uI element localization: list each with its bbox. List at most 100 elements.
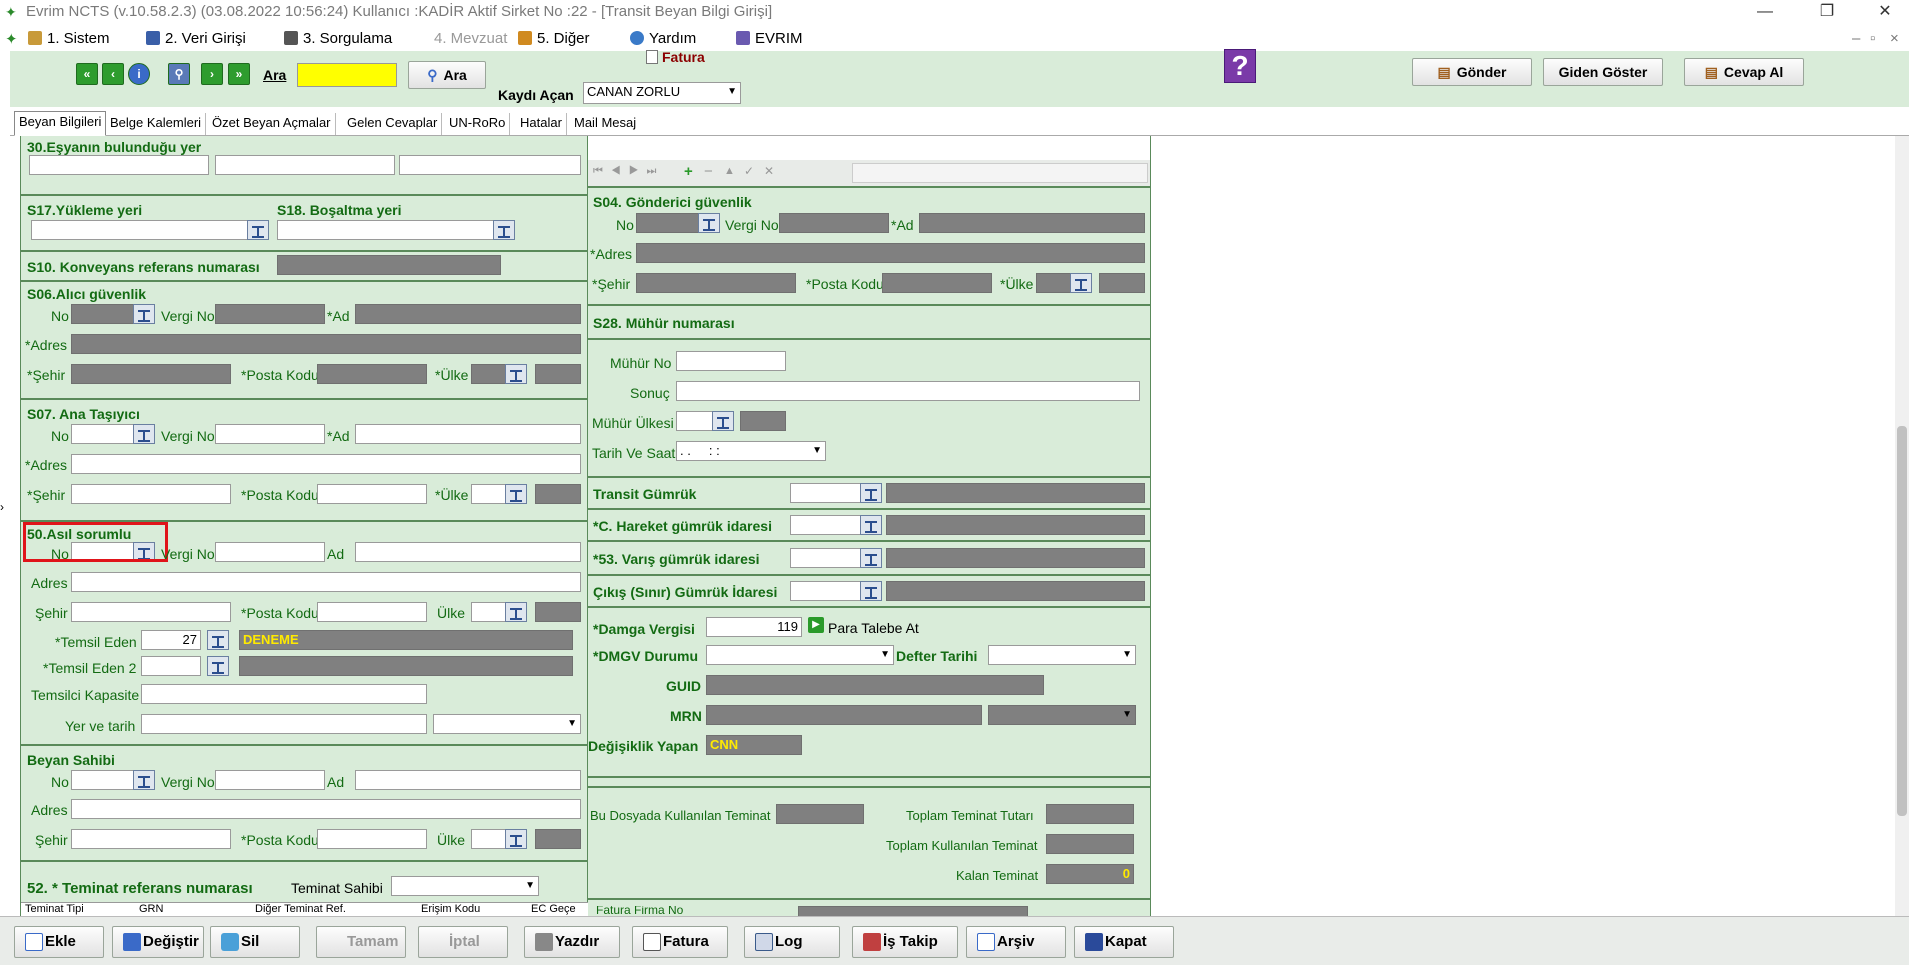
- s07-posta-input[interactable]: [317, 484, 427, 504]
- beyan-no-lookup-icon[interactable]: [133, 770, 155, 790]
- tab-un-roro[interactable]: UN-RoRo: [445, 113, 511, 135]
- cancel-icon[interactable]: ✕: [764, 164, 774, 178]
- arsiv-button[interactable]: Arşiv: [966, 926, 1066, 958]
- first-record-icon[interactable]: «: [76, 63, 98, 85]
- menu-sorgulama[interactable]: 3. Sorgulama: [284, 30, 392, 47]
- prev-record-icon[interactable]: ‹: [102, 63, 124, 85]
- sil-button[interactable]: Sil: [210, 926, 300, 958]
- location-field-3[interactable]: [399, 155, 581, 175]
- transit-lookup-icon[interactable]: [860, 483, 882, 503]
- fatura-link[interactable]: Fatura: [662, 49, 705, 65]
- muhur-ulkesi-lookup-icon[interactable]: [712, 411, 734, 431]
- menu-mevzuat[interactable]: 4. Mevzuat: [434, 30, 507, 47]
- menu-evrim[interactable]: EVRIM: [736, 30, 803, 47]
- s50-adres-input[interactable]: [71, 572, 581, 592]
- beyan-ulke-lookup-icon[interactable]: [505, 829, 527, 849]
- is-takip-button[interactable]: İş Takip: [852, 926, 958, 958]
- plus-icon[interactable]: +: [684, 163, 693, 180]
- minimize-icon[interactable]: —: [1742, 0, 1788, 26]
- side-collapse-icon[interactable]: ›: [0, 500, 4, 514]
- s07-ad-input[interactable]: [355, 424, 581, 444]
- tab-ozet-beyan[interactable]: Özet Beyan Açmalar: [208, 113, 336, 135]
- tab-hatalar[interactable]: Hatalar: [516, 113, 567, 135]
- transit-input[interactable]: [790, 483, 870, 503]
- s50-sehir-input[interactable]: [71, 602, 231, 622]
- varis-input[interactable]: [790, 548, 870, 568]
- yukleme-yeri-input[interactable]: [31, 220, 255, 240]
- ekle-button[interactable]: Ekle: [14, 926, 104, 958]
- s07-vergi-input[interactable]: [215, 424, 325, 444]
- beyan-vergi-input[interactable]: [215, 770, 325, 790]
- beyan-sehir-input[interactable]: [71, 829, 231, 849]
- varis-lookup-icon[interactable]: [860, 548, 882, 568]
- menu-veri-girisi[interactable]: 2. Veri Girişi: [146, 30, 246, 47]
- beyan-posta-input[interactable]: [317, 829, 427, 849]
- menu-yardim[interactable]: Yardım: [630, 30, 696, 47]
- s07-no-input[interactable]: [71, 424, 141, 444]
- minus-icon[interactable]: −: [704, 163, 713, 180]
- grid-col-erisim[interactable]: Erişim Kodu: [421, 903, 480, 915]
- s06-no-lookup-icon[interactable]: [133, 304, 155, 324]
- yer-tarih-select[interactable]: [433, 714, 581, 734]
- s50-ad-input[interactable]: [355, 542, 581, 562]
- mdi-min-icon[interactable]: –: [1852, 30, 1860, 47]
- s04-ulke-lookup-icon[interactable]: [1070, 273, 1092, 293]
- vertical-scrollbar[interactable]: [1895, 136, 1909, 916]
- s07-ulke-lookup-icon[interactable]: [505, 484, 527, 504]
- location-field-1[interactable]: [29, 155, 209, 175]
- hareket-input[interactable]: [790, 515, 870, 535]
- last-record-icon[interactable]: »: [228, 63, 250, 85]
- tab-mail-mesaj[interactable]: Mail Mesaj: [570, 113, 640, 135]
- location-field-2[interactable]: [215, 155, 395, 175]
- info-icon[interactable]: i: [128, 63, 150, 85]
- menu-sistem[interactable]: 1. Sistem: [28, 30, 110, 47]
- kaydi-acan-select[interactable]: CANAN ZORLU: [583, 82, 741, 104]
- beyan-adres-input[interactable]: [71, 799, 581, 819]
- sonuc-input[interactable]: [676, 381, 1140, 401]
- degistir-button[interactable]: Değiştir: [112, 926, 204, 958]
- next-record-icon[interactable]: ›: [201, 63, 223, 85]
- giden-goster-button[interactable]: Giden Göster: [1543, 58, 1663, 86]
- up-icon[interactable]: ▲: [724, 165, 735, 177]
- temsil-eden-lookup-icon[interactable]: [207, 630, 229, 650]
- muhur-ulkesi-input[interactable]: [676, 411, 716, 431]
- ara-button[interactable]: ⚲ Ara: [408, 61, 486, 89]
- temsilci-input[interactable]: [141, 684, 427, 704]
- cevap-al-button[interactable]: ▤ Cevap Al: [1684, 58, 1804, 86]
- nav-arrows-icon[interactable]: ⏮◀▶⏭: [593, 165, 664, 178]
- bosaltma-lookup-icon[interactable]: [493, 220, 515, 240]
- help-question-icon[interactable]: ?: [1224, 49, 1256, 83]
- muhur-no-input[interactable]: [676, 351, 786, 371]
- tamam-button[interactable]: Tamam: [316, 926, 406, 958]
- menu-diger[interactable]: 5. Diğer: [518, 30, 590, 47]
- s50-vergi-input[interactable]: [215, 542, 325, 562]
- fatura-button[interactable]: Fatura: [632, 926, 728, 958]
- dmgv-select[interactable]: [706, 645, 894, 665]
- damga-input[interactable]: 119: [706, 617, 802, 637]
- temsil-eden2-lookup-icon[interactable]: [207, 656, 229, 676]
- tab-gelen-cevaplar[interactable]: Gelen Cevaplar: [343, 113, 443, 135]
- log-button[interactable]: Log: [744, 926, 840, 958]
- defter-select[interactable]: [988, 645, 1136, 665]
- grid-col-diger[interactable]: Diğer Teminat Ref.: [255, 903, 346, 915]
- tab-belge-kalemleri[interactable]: Belge Kalemleri: [106, 113, 207, 135]
- cikis-lookup-icon[interactable]: [860, 581, 882, 601]
- scroll-thumb[interactable]: [1897, 426, 1907, 816]
- binoculars-icon[interactable]: ⚲: [168, 63, 190, 85]
- check-icon[interactable]: ✓: [744, 164, 754, 178]
- tarih-saat-picker[interactable]: . . : :: [676, 441, 826, 461]
- gonder-button[interactable]: ▤ Gönder: [1412, 58, 1532, 86]
- beyan-ad-input[interactable]: [355, 770, 581, 790]
- mdi-restore-icon[interactable]: ▫: [1870, 30, 1875, 47]
- mdi-close-icon[interactable]: ×: [1890, 30, 1899, 47]
- play-icon[interactable]: ▶: [808, 617, 824, 633]
- yazdir-button[interactable]: Yazdır: [524, 926, 620, 958]
- grid-col-ec[interactable]: EC Geçe: [531, 903, 576, 915]
- beyan-no-input[interactable]: [71, 770, 141, 790]
- s04-no-lookup-icon[interactable]: [698, 213, 720, 233]
- teminat-sahibi-select[interactable]: [391, 876, 539, 896]
- iptal-button[interactable]: İptal: [418, 926, 508, 958]
- search-input[interactable]: [297, 63, 397, 87]
- restore-icon[interactable]: ❐: [1804, 0, 1850, 26]
- s50-posta-input[interactable]: [317, 602, 427, 622]
